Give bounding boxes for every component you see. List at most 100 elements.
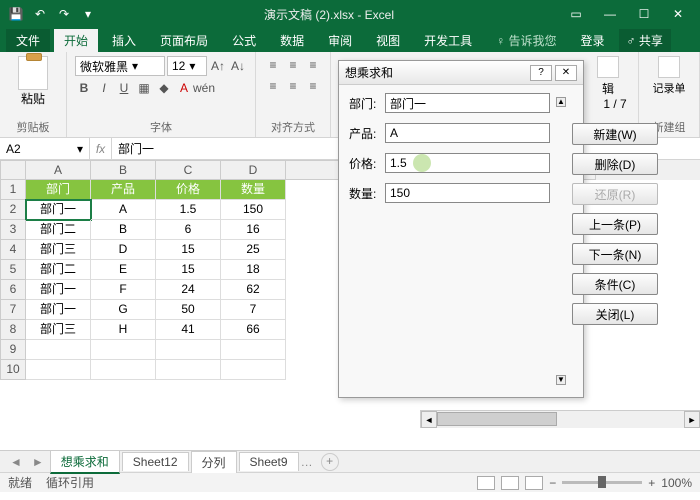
select-all-corner[interactable] <box>0 160 26 180</box>
row-header[interactable]: 8 <box>0 320 26 340</box>
zoom-thumb[interactable] <box>598 476 606 488</box>
horizontal-scrollbar[interactable]: ◄ ► <box>420 410 700 428</box>
sheet-tab[interactable]: Sheet12 <box>122 452 189 471</box>
underline-icon[interactable]: U <box>115 79 133 97</box>
product-input[interactable] <box>385 123 550 143</box>
col-header[interactable]: A <box>26 160 91 180</box>
cell[interactable]: 部门一 <box>26 280 91 300</box>
cell[interactable]: 部门二 <box>26 220 91 240</box>
align-top-icon[interactable]: ≡ <box>264 56 282 74</box>
header-cell[interactable]: 价格 <box>156 180 221 200</box>
cell[interactable] <box>91 360 156 380</box>
tab-home[interactable]: 开始 <box>54 29 98 52</box>
cell[interactable]: 62 <box>221 280 286 300</box>
fx-icon[interactable]: fx <box>90 138 112 159</box>
cell[interactable]: G <box>91 300 156 320</box>
page-layout-view-icon[interactable] <box>501 476 519 490</box>
cell[interactable]: 部门一 <box>26 200 91 220</box>
help-icon[interactable]: ? <box>530 65 552 81</box>
new-button[interactable]: 新建(W) <box>572 123 658 145</box>
name-box[interactable]: A2▾ <box>0 138 90 159</box>
paste-button[interactable]: 粘贴 <box>8 56 58 107</box>
row-header[interactable]: 1 <box>0 180 26 200</box>
delete-button[interactable]: 删除(D) <box>572 153 658 175</box>
dialog-title-bar[interactable]: 想乘求和 ? ✕ <box>339 61 583 85</box>
scroll-left-icon[interactable]: ◄ <box>421 411 437 428</box>
dept-input[interactable] <box>385 93 550 113</box>
row-header[interactable]: 2 <box>0 200 26 220</box>
cell[interactable]: 部门三 <box>26 240 91 260</box>
tab-dev[interactable]: 开发工具 <box>414 29 482 52</box>
tab-file[interactable]: 文件 <box>6 29 50 52</box>
align-left-icon[interactable]: ≡ <box>264 77 282 95</box>
edit-button[interactable]: 辑 <box>586 56 630 97</box>
zoom-slider[interactable] <box>562 481 642 484</box>
sheet-tab[interactable]: Sheet9 <box>239 452 299 471</box>
share-button[interactable]: ♂ 共享 <box>619 29 671 52</box>
border-icon[interactable]: ▦ <box>135 79 153 97</box>
cell[interactable]: 41 <box>156 320 221 340</box>
cell[interactable] <box>221 360 286 380</box>
redo-icon[interactable]: ↷ <box>54 4 74 24</box>
fill-color-icon[interactable]: ◆ <box>155 79 173 97</box>
cell[interactable]: B <box>91 220 156 240</box>
sheet-tab[interactable]: 分列 <box>191 451 237 473</box>
tab-insert[interactable]: 插入 <box>102 29 146 52</box>
cell[interactable]: 24 <box>156 280 221 300</box>
qat-more-icon[interactable]: ▾ <box>78 4 98 24</box>
ribbon-options-icon[interactable]: ▭ <box>560 4 592 24</box>
cell[interactable]: F <box>91 280 156 300</box>
cell[interactable]: 部门二 <box>26 260 91 280</box>
cell[interactable]: 7 <box>221 300 286 320</box>
scroll-up-icon[interactable]: ▲ <box>556 97 566 107</box>
tab-formulas[interactable]: 公式 <box>222 29 266 52</box>
row-header[interactable]: 7 <box>0 300 26 320</box>
scroll-thumb[interactable] <box>437 412 557 426</box>
record-form-button[interactable]: 记录单 <box>647 56 691 96</box>
row-header[interactable]: 5 <box>0 260 26 280</box>
scroll-track[interactable] <box>437 411 684 428</box>
row-header[interactable]: 3 <box>0 220 26 240</box>
row-header[interactable]: 9 <box>0 340 26 360</box>
close-button[interactable]: 关闭(L) <box>572 303 658 325</box>
zoom-value[interactable]: 100% <box>661 476 692 490</box>
qty-input[interactable] <box>385 183 550 203</box>
tab-view[interactable]: 视图 <box>366 29 410 52</box>
cell[interactable] <box>26 360 91 380</box>
increase-font-icon[interactable]: A↑ <box>209 57 227 75</box>
cell[interactable]: D <box>91 240 156 260</box>
phonetic-icon[interactable]: wén <box>195 79 213 97</box>
decrease-font-icon[interactable]: A↓ <box>229 57 247 75</box>
cell[interactable] <box>156 340 221 360</box>
col-header[interactable]: D <box>221 160 286 180</box>
tab-review[interactable]: 审阅 <box>318 29 362 52</box>
align-right-icon[interactable]: ≡ <box>304 77 322 95</box>
scroll-right-icon[interactable]: ► <box>684 411 700 428</box>
sheet-nav-next-icon[interactable]: ► <box>28 455 48 469</box>
cell[interactable]: 1.5 <box>156 200 221 220</box>
tab-data[interactable]: 数据 <box>270 29 314 52</box>
dialog-close-icon[interactable]: ✕ <box>555 65 577 81</box>
row-header[interactable]: 6 <box>0 280 26 300</box>
font-color-icon[interactable]: A <box>175 79 193 97</box>
bold-icon[interactable]: B <box>75 79 93 97</box>
header-cell[interactable]: 数量 <box>221 180 286 200</box>
page-break-view-icon[interactable] <box>525 476 543 490</box>
font-size-select[interactable]: 12▾ <box>167 56 207 76</box>
cell[interactable] <box>221 340 286 360</box>
italic-icon[interactable]: I <box>95 79 113 97</box>
row-header[interactable]: 10 <box>0 360 26 380</box>
cell[interactable]: 25 <box>221 240 286 260</box>
scroll-down-icon[interactable]: ▼ <box>556 375 566 385</box>
login[interactable]: 登录 <box>571 29 615 52</box>
tell-me[interactable]: ♀ 告诉我您 <box>486 29 566 52</box>
dialog-scrollbar[interactable]: ▲ ▼ <box>556 93 566 389</box>
font-name-select[interactable]: 微软雅黑▾ <box>75 56 165 76</box>
cell[interactable]: 50 <box>156 300 221 320</box>
sheet-nav-prev-icon[interactable]: ◄ <box>6 455 26 469</box>
criteria-button[interactable]: 条件(C) <box>572 273 658 295</box>
col-header[interactable]: C <box>156 160 221 180</box>
prev-button[interactable]: 上一条(P) <box>572 213 658 235</box>
cell[interactable] <box>91 340 156 360</box>
sheet-tab[interactable]: 想乘求和 <box>50 450 120 474</box>
